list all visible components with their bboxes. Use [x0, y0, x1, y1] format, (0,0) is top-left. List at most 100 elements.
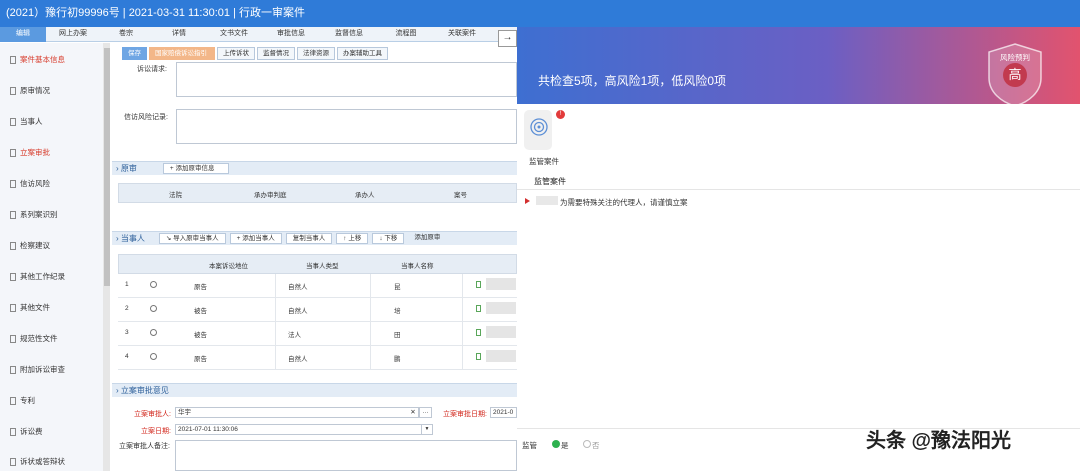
row-select-radio[interactable]	[150, 353, 157, 360]
upload-complaint-button[interactable]: 上传诉状	[217, 47, 255, 60]
supervised-case-subtitle: 监管案件	[534, 177, 566, 186]
approver-input[interactable]: 华宇	[175, 407, 420, 418]
tab-flowchart[interactable]: 流程图	[378, 27, 434, 42]
table-row[interactable]: 1 原告 自然人 昆	[118, 274, 518, 298]
redacted-block	[486, 350, 516, 362]
document-icon	[10, 335, 16, 343]
document-icon	[10, 428, 16, 436]
chevron-down-icon[interactable]: ▼	[421, 424, 433, 435]
party-position: 被告	[194, 308, 207, 315]
watermark: 头条 @豫法阳光	[866, 430, 1012, 452]
case-assist-tools-button[interactable]: 办案辅助工具	[337, 47, 388, 60]
move-down-button[interactable]: ↓ 下移	[372, 233, 405, 244]
sidebar-item-original-trial[interactable]: 原审情况	[0, 81, 103, 101]
sidebar-item-additional-review[interactable]: 附加诉讼审查	[0, 360, 103, 380]
tab-details[interactable]: 详情	[152, 27, 206, 42]
approval-date-label: 立案审批日期:	[443, 411, 487, 418]
supervision-no-radio[interactable]	[583, 440, 591, 448]
sidebar-item-procuratorial-advice[interactable]: 检察建议	[0, 236, 103, 256]
legal-resources-button[interactable]: 法律资源	[297, 47, 335, 60]
table-row[interactable]: 4 原告 自然人 鹏	[118, 346, 518, 370]
row-number: 3	[125, 329, 129, 336]
document-icon[interactable]	[476, 281, 481, 288]
document-icon[interactable]	[476, 305, 481, 312]
add-party-button[interactable]: + 添加当事人	[229, 233, 282, 244]
supervision-status-button[interactable]: 监督情况	[257, 47, 295, 60]
filing-date-label: 立案日期:	[141, 428, 171, 435]
sidebar-item-patent[interactable]: 专利	[0, 391, 103, 411]
sidebar-item-case-basic-info[interactable]: 案件基本信息	[0, 50, 103, 70]
tab-edit[interactable]: 编辑	[0, 27, 46, 42]
sidebar-item-normative-docs[interactable]: 规范性文件	[0, 329, 103, 349]
supervised-case-label: 监管案件	[529, 157, 559, 166]
sidebar-item-filing-approval[interactable]: 立案审批	[0, 143, 103, 163]
supervision-field-label: 监管	[522, 441, 537, 450]
more-options-icon[interactable]: ···	[419, 407, 432, 418]
row-number: 1	[125, 281, 129, 288]
sidebar-item-litigation-fee[interactable]: 诉讼费	[0, 422, 103, 442]
tab-documents[interactable]: 文书文件	[206, 27, 262, 42]
document-icon	[10, 458, 16, 466]
save-button[interactable]: 保存	[122, 47, 147, 60]
move-up-button[interactable]: ↑ 上移	[336, 233, 369, 244]
row-select-radio[interactable]	[150, 305, 157, 312]
expand-panel-button[interactable]: →	[498, 30, 517, 47]
add-original-trial-button[interactable]: + 添加原审信息	[162, 163, 229, 174]
risk-level-badge: 高	[1003, 63, 1027, 87]
petition-risk-textarea[interactable]	[176, 109, 517, 144]
col-party-type: 当事人类型	[306, 263, 339, 270]
original-trial-table-header: 法院 承办审判庭 承办人 案号	[118, 183, 517, 203]
add-original-trial-party-button[interactable]: 添加原审	[408, 233, 446, 244]
sidebar-item-petition-risk[interactable]: 信访风险	[0, 174, 103, 194]
filing-date-input[interactable]: 2021-07-01 11:30:06	[175, 424, 433, 435]
alert-badge: !	[556, 110, 565, 119]
redacted-block	[486, 326, 516, 338]
approval-section-header: › 立案审批意见	[112, 383, 517, 397]
table-row[interactable]: 3 被告 法人 田	[118, 322, 518, 346]
original-trial-section-header: › 原审 + 添加原审信息	[112, 161, 517, 175]
tab-strip: 编辑 网上办案 卷宗 详情 文书文件 审批信息 监督信息 流程图 关联案件	[0, 27, 517, 42]
col-litigation-position: 本案诉讼地位	[209, 263, 248, 270]
document-icon[interactable]	[476, 329, 481, 336]
table-row[interactable]: 2 被告 自然人 培	[118, 298, 518, 322]
document-icon[interactable]	[476, 353, 481, 360]
supervision-yes-label: 是	[561, 441, 569, 450]
sidebar-item-other-work-records[interactable]: 其他工作纪录	[0, 267, 103, 287]
sidebar-item-other-files[interactable]: 其他文件	[0, 298, 103, 318]
tab-dossier[interactable]: 卷宗	[100, 27, 152, 42]
supervision-yes-radio[interactable]	[552, 440, 560, 448]
approver-remark-textarea[interactable]	[175, 440, 517, 471]
party-type: 自然人	[288, 284, 308, 291]
clear-icon[interactable]: ✕	[408, 407, 419, 418]
tab-related-cases[interactable]: 关联案件	[434, 27, 490, 42]
form-toolbar: 保存 国家赔偿诉讼指引 上传诉状 监督情况 法律资源 办案辅助工具	[122, 47, 388, 60]
party-name: 培	[394, 308, 401, 315]
sidebar-item-parties[interactable]: 当事人	[0, 112, 103, 132]
tab-supervision-info[interactable]: 监督信息	[320, 27, 378, 42]
party-position: 原告	[194, 356, 207, 363]
sidebar-item-series-case[interactable]: 系列案识别	[0, 205, 103, 225]
col-party-name: 当事人名称	[401, 263, 434, 270]
row-select-radio[interactable]	[150, 329, 157, 336]
document-icon	[10, 304, 16, 312]
document-icon	[10, 397, 16, 405]
approval-date-input[interactable]: 2021-0	[490, 407, 517, 418]
document-icon	[10, 366, 16, 374]
sidebar-scrollbar-thumb[interactable]	[104, 48, 110, 286]
party-position: 原告	[194, 284, 207, 291]
party-position: 被告	[194, 332, 207, 339]
col-tribunal: 承办审判庭	[254, 192, 287, 199]
row-select-radio[interactable]	[150, 281, 157, 288]
window-title-bar: (2021）豫行初99996号 | 2021-03-31 11:30:01 | …	[0, 0, 1080, 27]
tab-online-case[interactable]: 网上办案	[46, 27, 100, 42]
party-type: 自然人	[288, 356, 308, 363]
redacted-block	[536, 196, 558, 205]
tab-approval-info[interactable]: 审批信息	[262, 27, 320, 42]
copy-party-button[interactable]: 复制当事人	[285, 233, 333, 244]
state-compensation-guide-button[interactable]: 国家赔偿诉讼指引	[149, 47, 215, 60]
row-number: 2	[125, 305, 129, 312]
claim-textarea[interactable]	[176, 62, 517, 97]
sidebar-item-complaint-defense[interactable]: 诉状或答辩状	[0, 452, 103, 471]
approver-label: 立案审批人:	[134, 411, 171, 418]
import-original-parties-button[interactable]: ↘ 导入原审当事人	[158, 233, 226, 244]
